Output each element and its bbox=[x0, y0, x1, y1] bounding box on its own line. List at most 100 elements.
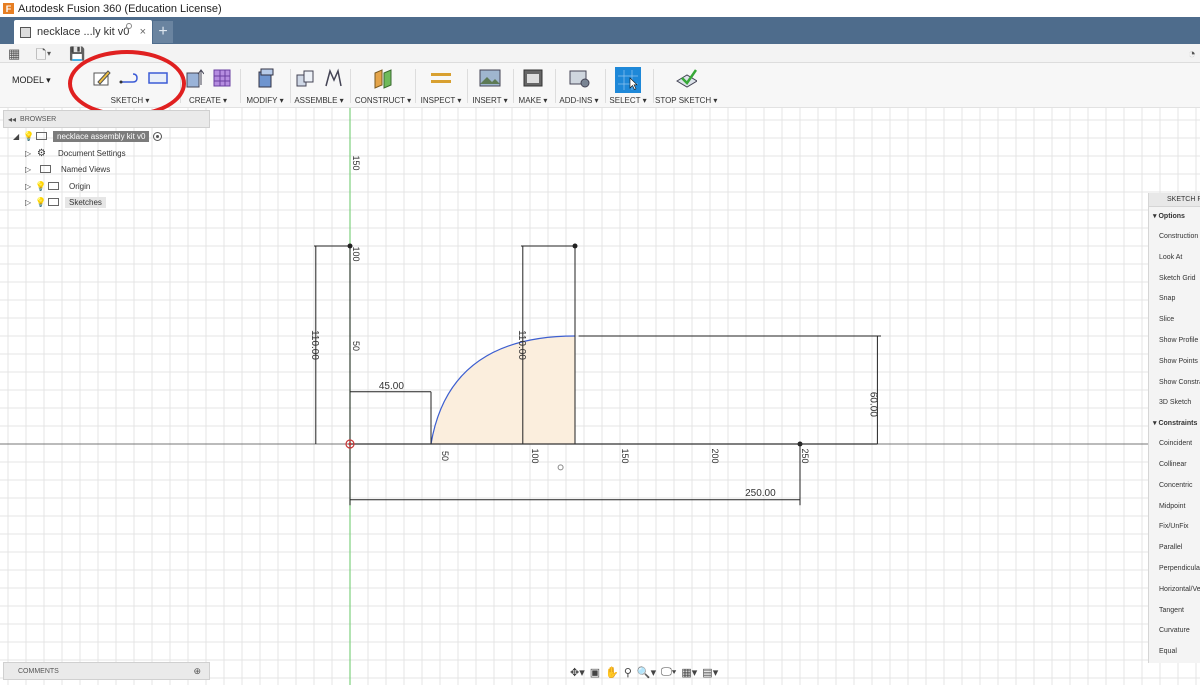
close-tab-icon[interactable]: × bbox=[140, 26, 146, 38]
zoom-icon[interactable]: 🔍▾ bbox=[637, 666, 656, 679]
document-icon bbox=[20, 26, 31, 38]
palette-constraint-item[interactable]: Tangent bbox=[1149, 601, 1200, 622]
title-bar: F Autodesk Fusion 360 (Education License… bbox=[0, 0, 1200, 17]
expand-arrow-icon[interactable]: ▷ bbox=[25, 149, 35, 158]
insert-menu-label: INSERT ▾ bbox=[472, 96, 508, 105]
construct-tool-group[interactable]: CONSTRUCT ▾ bbox=[354, 63, 412, 108]
select-tool-group[interactable]: SELECT ▾ bbox=[606, 63, 650, 108]
construct-menu-label: CONSTRUCT ▾ bbox=[354, 96, 412, 105]
grid-settings-icon[interactable]: ▦▾ bbox=[681, 666, 697, 679]
palette-option-item[interactable]: Slice bbox=[1149, 310, 1200, 331]
browser-item-named-views[interactable]: ▷ Named Views bbox=[25, 161, 114, 177]
expand-arrow-icon[interactable]: ▷ bbox=[25, 182, 35, 191]
inspect-menu-label: INSPECT ▾ bbox=[420, 96, 462, 105]
new-component-icon[interactable] bbox=[294, 67, 316, 89]
expand-arrow-icon[interactable]: ▷ bbox=[25, 165, 35, 174]
form-icon[interactable] bbox=[211, 67, 233, 89]
modify-tool-group[interactable]: MODIFY ▾ bbox=[243, 63, 287, 108]
visibility-bulb-icon[interactable]: 💡 bbox=[35, 181, 46, 192]
palette-constraint-item[interactable]: Horizontal/Vertical bbox=[1149, 580, 1200, 601]
visibility-bulb-icon[interactable]: 💡 bbox=[35, 197, 46, 208]
viewports-icon[interactable]: ▤▾ bbox=[702, 666, 718, 679]
palette-option-item[interactable]: Show Constraints bbox=[1149, 373, 1200, 394]
constraints-list: Coincident Collinear Concentric Midpoint Fix… bbox=[1149, 434, 1200, 663]
palette-constraint-item[interactable]: Perpendicular bbox=[1149, 559, 1200, 580]
palette-constraint-item[interactable]: Parallel bbox=[1149, 538, 1200, 559]
insert-image-icon[interactable] bbox=[479, 67, 501, 89]
job-status-icon[interactable]: ◔ bbox=[1188, 46, 1196, 61]
sketch-palette-title[interactable]: SKETCH PALETTE bbox=[1149, 193, 1200, 207]
collapse-arrow-icon[interactable]: ◢ bbox=[13, 132, 23, 141]
stop-sketch-menu-label: STOP SKETCH ▾ bbox=[655, 96, 718, 105]
3d-print-icon[interactable] bbox=[522, 67, 544, 89]
document-tab-label: necklace ...ly kit v0 bbox=[37, 26, 130, 38]
palette-option-item[interactable]: Sketch Grid bbox=[1149, 269, 1200, 290]
workspace-switcher[interactable]: MODEL ▾ bbox=[12, 75, 51, 86]
document-tab[interactable]: necklace ...ly kit v0 × bbox=[14, 20, 152, 44]
file-menu-chevron-icon[interactable]: ▾ bbox=[47, 49, 51, 58]
palette-constraint-item[interactable]: Coincident bbox=[1149, 434, 1200, 455]
rectangle-icon[interactable] bbox=[147, 67, 169, 89]
extrude-icon[interactable] bbox=[183, 67, 205, 89]
options-list: Construction Look At Sketch Grid Snap Slice S… bbox=[1149, 227, 1200, 414]
press-pull-icon[interactable] bbox=[254, 67, 276, 89]
create-sketch-icon[interactable] bbox=[91, 67, 113, 89]
joint-icon[interactable] bbox=[322, 67, 344, 89]
browser-item-origin[interactable]: ▷ 💡 Origin bbox=[25, 178, 94, 194]
stop-sketch-tool-group[interactable]: STOP SKETCH ▾ bbox=[655, 63, 717, 108]
browser-panel-header[interactable]: ◂◂ BROWSER bbox=[3, 110, 210, 128]
folder-icon bbox=[40, 165, 51, 173]
gear-icon: ⚙ bbox=[37, 147, 46, 159]
palette-constraint-item[interactable]: Concentric bbox=[1149, 476, 1200, 497]
constraints-section-header[interactable]: ▾ Constraints bbox=[1149, 414, 1200, 434]
palette-constraint-item[interactable]: Midpoint bbox=[1149, 497, 1200, 518]
offset-plane-icon[interactable] bbox=[372, 67, 394, 89]
line-icon[interactable] bbox=[119, 67, 141, 89]
look-at-icon[interactable]: ▣ bbox=[590, 666, 600, 679]
finish-sketch-icon[interactable] bbox=[675, 67, 697, 89]
collapse-browser-icon[interactable]: ◂◂ bbox=[8, 115, 16, 124]
expand-arrow-icon[interactable]: ▷ bbox=[25, 198, 35, 207]
palette-option-item[interactable]: Snap bbox=[1149, 289, 1200, 310]
palette-constraint-item[interactable]: Curvature bbox=[1149, 621, 1200, 642]
center-point-marker bbox=[557, 464, 564, 471]
palette-constraint-item[interactable]: Equal bbox=[1149, 642, 1200, 663]
visibility-bulb-icon[interactable]: 💡 bbox=[23, 131, 34, 142]
comments-panel[interactable]: COMMENTS ⊕ bbox=[3, 662, 210, 680]
scripts-add-ins-icon[interactable] bbox=[568, 67, 590, 89]
assemble-tool-group[interactable]: ASSEMBLE ▾ bbox=[291, 63, 347, 108]
browser-item-sketches[interactable]: ▷ 💡 Sketches bbox=[25, 194, 106, 210]
display-settings-icon[interactable]: 🖵▾ bbox=[661, 666, 676, 679]
palette-option-item[interactable]: Construction bbox=[1149, 227, 1200, 248]
palette-option-item[interactable]: Show Points bbox=[1149, 352, 1200, 373]
make-tool-group[interactable]: MAKE ▾ bbox=[515, 63, 551, 108]
browser-item-label: Document Settings bbox=[58, 148, 126, 158]
toolbar-divider bbox=[350, 69, 351, 103]
measure-icon[interactable] bbox=[430, 67, 452, 89]
palette-constraint-item[interactable]: Fix/UnFix bbox=[1149, 517, 1200, 538]
orbit-icon[interactable]: ✥▾ bbox=[570, 666, 585, 679]
insert-tool-group[interactable]: INSERT ▾ bbox=[470, 63, 510, 108]
browser-item-document-settings[interactable]: ▷ ⚙ Document Settings bbox=[25, 145, 130, 161]
zoom-window-icon[interactable]: ⚲ bbox=[624, 666, 632, 679]
activate-radio-icon[interactable] bbox=[153, 131, 163, 141]
palette-option-item[interactable]: 3D Sketch bbox=[1149, 393, 1200, 414]
dimension-label: 110.00 bbox=[516, 330, 527, 360]
inspect-tool-group[interactable]: INSPECT ▾ bbox=[418, 63, 464, 108]
browser-root-node[interactable]: ◢ 💡 necklace assembly kit v0 bbox=[13, 128, 163, 144]
create-tool-group[interactable]: CREATE ▾ bbox=[183, 63, 233, 108]
palette-option-item[interactable]: Show Profile bbox=[1149, 331, 1200, 352]
pan-icon[interactable]: ✋ bbox=[605, 666, 619, 679]
options-section-header[interactable]: ▾ Options bbox=[1149, 207, 1200, 227]
palette-constraint-item[interactable]: Collinear bbox=[1149, 455, 1200, 476]
select-cursor-icon[interactable] bbox=[615, 67, 641, 93]
ribbon-toolbar: MODEL ▾ SKETCH ▾ CREATE ▾ MODIFY ▾ ASSEM… bbox=[0, 63, 1200, 108]
data-panel-grid-icon[interactable]: ▦ bbox=[8, 46, 20, 62]
add-ins-tool-group[interactable]: ADD-INS ▾ bbox=[556, 63, 602, 108]
add-comment-icon[interactable]: ⊕ bbox=[193, 663, 201, 680]
palette-option-item[interactable]: Look At bbox=[1149, 248, 1200, 269]
save-icon[interactable]: 💾 bbox=[69, 46, 85, 62]
new-tab-button[interactable]: + bbox=[153, 21, 173, 43]
sketch-tool-group[interactable]: SKETCH ▾ bbox=[84, 63, 176, 108]
dimension-label: 110.00 bbox=[309, 330, 320, 360]
